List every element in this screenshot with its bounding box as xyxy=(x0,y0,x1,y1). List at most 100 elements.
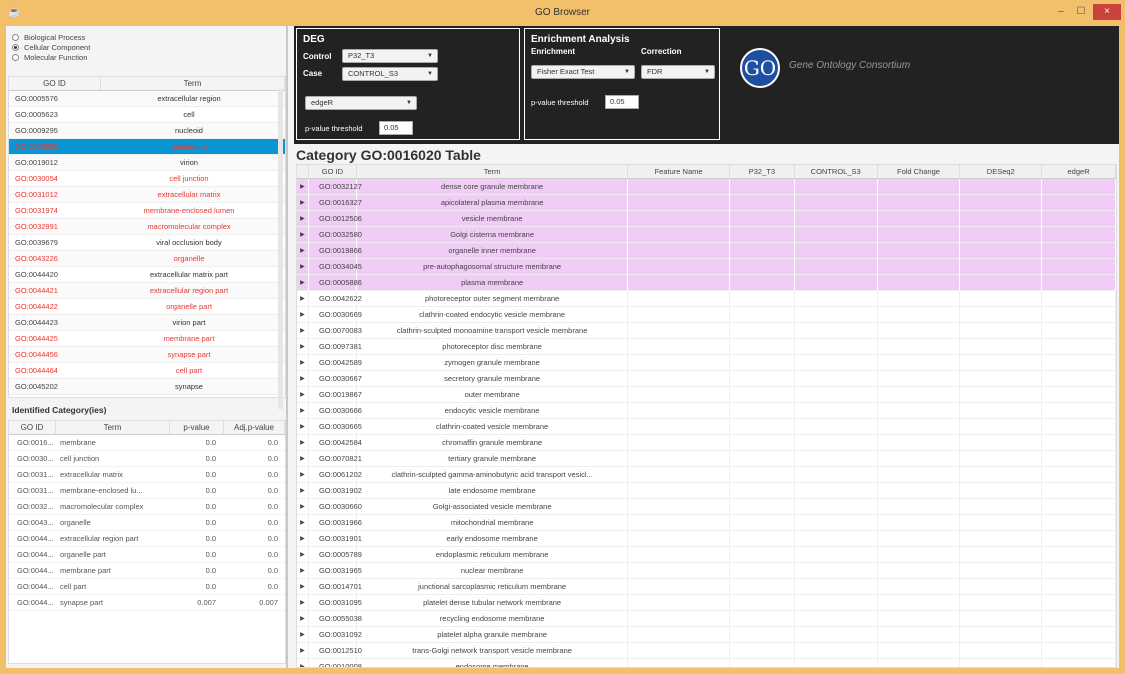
col-header-term[interactable]: Term xyxy=(101,77,285,90)
identified-row[interactable]: GO:0044... membrane part 0.0 0.0 xyxy=(9,563,285,579)
maximize-button[interactable]: ☐ xyxy=(1070,4,1092,20)
identified-row[interactable]: GO:0043... organelle 0.0 0.0 xyxy=(9,515,285,531)
expand-arrow-icon[interactable]: ▶ xyxy=(297,306,309,323)
col-header-fold-change[interactable]: Fold Change xyxy=(878,165,961,178)
category-row[interactable]: ▶ GO:0012506 vesicle membrane xyxy=(297,210,1116,227)
category-row[interactable]: ▶ GO:0097381 photoreceptor disc membrane xyxy=(297,338,1116,355)
correction-dropdown[interactable]: FDR ▼ xyxy=(641,65,715,79)
expand-arrow-icon[interactable]: ▶ xyxy=(297,466,309,483)
col-header-go-id[interactable]: GO ID xyxy=(9,77,101,90)
expand-arrow-icon[interactable]: ▶ xyxy=(297,370,309,387)
expand-arrow-icon[interactable]: ▶ xyxy=(297,226,309,243)
deg-pthr-input[interactable]: 0.05 xyxy=(379,121,413,135)
expand-arrow-icon[interactable]: ▶ xyxy=(297,610,309,627)
category-row[interactable]: ▶ GO:0005789 endoplasmic reticulum membran… xyxy=(297,546,1116,563)
expand-arrow-icon[interactable]: ▶ xyxy=(297,626,309,643)
control-dropdown[interactable]: P32_T3 ▼ xyxy=(342,49,438,63)
category-row[interactable]: ▶ GO:0019867 outer membrane xyxy=(297,386,1116,403)
enrichment-test-dropdown[interactable]: Fisher Exact Test ▼ xyxy=(531,65,635,79)
category-row[interactable]: ▶ GO:0031901 early endosome membrane xyxy=(297,530,1116,547)
case-dropdown[interactable]: CONTROL_S3 ▼ xyxy=(342,67,438,81)
category-row[interactable]: ▶ GO:0042589 zymogen granule membrane xyxy=(297,354,1116,371)
col-header-feature-name[interactable]: Feature Name xyxy=(628,165,730,178)
category-row[interactable]: ▶ GO:0070821 tertiary granule membrane xyxy=(297,450,1116,467)
close-button[interactable]: × xyxy=(1093,4,1121,20)
category-row[interactable]: ▶ GO:0061202 clathrin-sculpted gamma-amino… xyxy=(297,466,1116,483)
ontology-radio-cellular-component[interactable]: Cellular Component xyxy=(12,42,282,52)
go-table-row[interactable]: GO:0044464 cell part xyxy=(9,363,285,379)
col-header-adj-p-value[interactable]: Adj.p-value xyxy=(224,421,285,434)
category-row[interactable]: ▶ GO:0032127 dense core granule membrane xyxy=(297,178,1116,195)
col-header-p-value[interactable]: p-value xyxy=(170,421,224,434)
col-header-term[interactable]: Term xyxy=(56,421,170,434)
col-header-deseq2[interactable]: DESeq2 xyxy=(960,165,1043,178)
category-row[interactable]: ▶ GO:0030669 clathrin-coated endocytic ves… xyxy=(297,306,1116,323)
category-row[interactable]: ▶ GO:0042622 photoreceptor outer segment m… xyxy=(297,290,1116,307)
expand-arrow-icon[interactable]: ▶ xyxy=(297,194,309,211)
go-table-row[interactable]: GO:0044420 extracellular matrix part xyxy=(9,267,285,283)
identified-row[interactable]: GO:0031... membrane-enclosed lu... 0.0 0.0 xyxy=(9,483,285,499)
category-row[interactable]: ▶ GO:0055038 recycling endosome membrane xyxy=(297,610,1116,627)
category-row[interactable]: ▶ GO:0030660 Golgi-associated vesicle memb… xyxy=(297,498,1116,515)
expand-arrow-icon[interactable]: ▶ xyxy=(297,210,309,227)
expand-arrow-icon[interactable]: ▶ xyxy=(297,418,309,435)
category-row[interactable]: ▶ GO:0031092 platelet alpha granule membra… xyxy=(297,626,1116,643)
expand-arrow-icon[interactable]: ▶ xyxy=(297,354,309,371)
go-table-row[interactable]: GO:0039679 viral occlusion body xyxy=(9,235,285,251)
col-header-go-id[interactable]: GO ID xyxy=(9,421,56,434)
category-row[interactable]: ▶ GO:0042584 chromaffin granule membrane xyxy=(297,434,1116,451)
col-header-edger[interactable]: edgeR xyxy=(1042,165,1116,178)
go-table-row[interactable]: GO:0044422 organelle part xyxy=(9,299,285,315)
col-header-control-s3[interactable]: CONTROL_S3 xyxy=(795,165,878,178)
expand-arrow-icon[interactable]: ▶ xyxy=(297,178,309,195)
identified-row[interactable]: GO:0044... synapse part 0.007 0.007 xyxy=(9,595,285,611)
ontology-radio-molecular-function[interactable]: Molecular Function xyxy=(12,52,282,62)
go-table-row[interactable]: GO:0009295 nucleoid xyxy=(9,123,285,139)
expand-arrow-icon[interactable]: ▶ xyxy=(297,338,309,355)
go-table-row[interactable]: GO:0044425 membrane part xyxy=(9,331,285,347)
go-table-row[interactable]: GO:0019012 virion xyxy=(9,155,285,171)
minimize-button[interactable]: – xyxy=(1052,4,1070,20)
category-row[interactable]: ▶ GO:0030666 endocytic vesicle membrane xyxy=(297,402,1116,419)
identified-row[interactable]: GO:0031... extracellular matrix 0.0 0.0 xyxy=(9,467,285,483)
identified-row[interactable]: GO:0016... membrane 0.0 0.0 xyxy=(9,435,285,451)
expand-arrow-icon[interactable]: ▶ xyxy=(297,658,309,667)
go-table-row[interactable]: GO:0005623 cell xyxy=(9,107,285,123)
category-row[interactable]: ▶ GO:0070083 clathrin-sculpted monoamine t… xyxy=(297,322,1116,339)
expand-arrow-icon[interactable]: ▶ xyxy=(297,514,309,531)
identified-row[interactable]: GO:0044... cell part 0.0 0.0 xyxy=(9,579,285,595)
go-table-row[interactable]: GO:0030054 cell junction xyxy=(9,171,285,187)
expand-arrow-icon[interactable]: ▶ xyxy=(297,594,309,611)
category-row[interactable]: ▶ GO:0014701 junctional sarcoplasmic retic… xyxy=(297,578,1116,595)
col-header-term[interactable]: Term xyxy=(357,165,629,178)
col-header-p32-t3[interactable]: P32_T3 xyxy=(730,165,795,178)
category-row[interactable]: ▶ GO:0031965 nuclear membrane xyxy=(297,562,1116,579)
category-row[interactable]: ▶ GO:0030665 clathrin-coated vesicle membr… xyxy=(297,418,1116,435)
identified-row[interactable]: GO:0030... cell junction 0.0 0.0 xyxy=(9,451,285,467)
enrichment-pthr-input[interactable]: 0.05 xyxy=(605,95,639,109)
expand-arrow-icon[interactable]: ▶ xyxy=(297,290,309,307)
identified-row[interactable]: GO:0044... organelle part 0.0 0.0 xyxy=(9,547,285,563)
go-table-row[interactable]: GO:0016020 membrane xyxy=(9,139,285,155)
expand-arrow-icon[interactable]: ▶ xyxy=(297,578,309,595)
go-table-row[interactable]: GO:0044423 virion part xyxy=(9,315,285,331)
expand-arrow-icon[interactable]: ▶ xyxy=(297,274,309,291)
category-row[interactable]: ▶ GO:0030667 secretory granule membrane xyxy=(297,370,1116,387)
category-row[interactable]: ▶ GO:0016327 apicolateral plasma membrane xyxy=(297,194,1116,211)
expand-arrow-icon[interactable]: ▶ xyxy=(297,482,309,499)
identified-row[interactable]: GO:0044... extracellular region part 0.0 0.… xyxy=(9,531,285,547)
go-table-scrollbar[interactable] xyxy=(278,89,283,409)
identified-row[interactable]: GO:0032... macromolecular complex 0.0 0.0 xyxy=(9,499,285,515)
ontology-radio-biological-process[interactable]: Biological Process xyxy=(12,32,282,42)
category-row[interactable]: ▶ GO:0032580 Golgi cisterna membrane xyxy=(297,226,1116,243)
go-table-row[interactable]: GO:0031974 membrane-enclosed lumen xyxy=(9,203,285,219)
expand-arrow-icon[interactable]: ▶ xyxy=(297,258,309,275)
category-row[interactable]: ▶ GO:0019866 organelle inner membrane xyxy=(297,242,1116,259)
go-table-row[interactable]: GO:0044456 synapse part xyxy=(9,347,285,363)
expand-arrow-icon[interactable]: ▶ xyxy=(297,242,309,259)
category-row[interactable]: ▶ GO:0034045 pre-autophagosomal structure … xyxy=(297,258,1116,275)
go-table-row[interactable]: GO:0031012 extracellular matrix xyxy=(9,187,285,203)
go-table-row[interactable]: GO:0005576 extracellular region xyxy=(9,91,285,107)
expand-arrow-icon[interactable]: ▶ xyxy=(297,434,309,451)
go-table-row[interactable]: GO:0044421 extracellular region part xyxy=(9,283,285,299)
